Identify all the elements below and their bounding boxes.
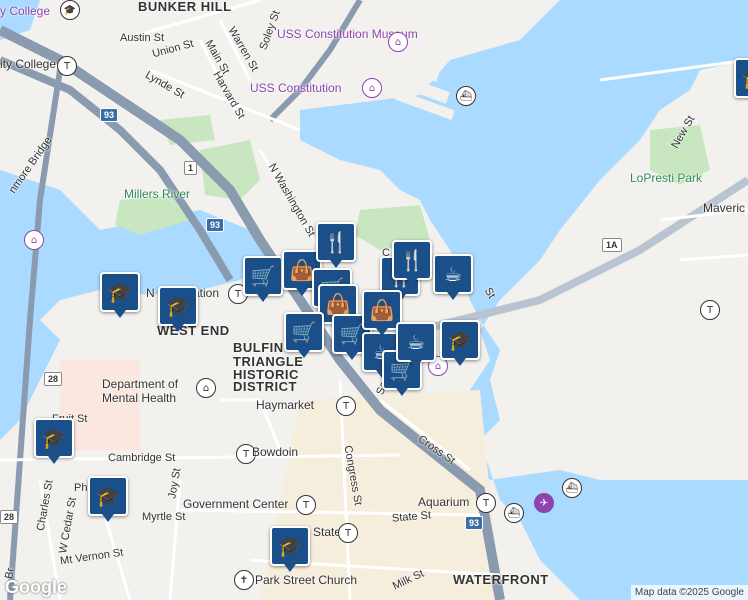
ferry-icon[interactable]: ⛴ (562, 478, 582, 498)
poi-label[interactable]: LoPresti Park (630, 172, 702, 184)
school-marker[interactable]: 🎓 (100, 272, 140, 318)
poi-label: Millers River (124, 187, 190, 201)
cafe-marker[interactable]: ☕ (433, 254, 473, 300)
graduation-cap-icon: 🎓 (277, 534, 303, 558)
graduation-cap-icon: 🎓 (165, 294, 191, 318)
poi-label[interactable]: y College (0, 5, 50, 17)
graduation-cap-icon: 🎓 (41, 426, 67, 450)
shopping-cart-icon: 🛒 (291, 320, 317, 344)
graduation-cap-icon: 🎓 (95, 484, 121, 508)
shopping-bag-icon: 👜 (289, 258, 315, 282)
poi-label[interactable]: Haymarket (256, 399, 314, 411)
route-shield: 93 (100, 108, 119, 122)
graduation-cap-icon: 🎓 (107, 280, 133, 304)
route-shield: 28 (0, 510, 19, 524)
coffee-icon: ☕ (444, 262, 462, 286)
restaurant-icon: 🍴 (323, 230, 349, 254)
school-marker[interactable]: 🎓 (440, 320, 480, 366)
coffee-icon: ☕ (407, 330, 425, 354)
poi-label[interactable]: State (313, 526, 341, 538)
neighborhood-label: BUNKER HILL (138, 0, 232, 14)
route-shield: 1A (602, 238, 622, 252)
cafe-marker[interactable]: ☕ (396, 322, 436, 368)
church-icon[interactable]: ✝ (234, 570, 254, 590)
grocery-marker[interactable]: 🛒 (284, 312, 324, 358)
restaurant-icon: 🍴 (399, 248, 425, 272)
street-label: Ph (74, 482, 88, 494)
google-logo: Google (5, 577, 67, 597)
ferry-icon[interactable]: ⛴ (504, 503, 524, 523)
museum-icon[interactable]: ⌂ (388, 32, 408, 52)
ferry-icon[interactable]: ⛴ (456, 86, 476, 106)
route-shield: 28 (44, 372, 63, 386)
poi-label[interactable]: Department of (102, 378, 178, 390)
poi-label[interactable]: N (146, 287, 155, 299)
street-label: Cambridge St (108, 452, 176, 464)
poi-label[interactable]: USS Constitution (250, 82, 341, 94)
restaurant-marker[interactable]: 🍴 (316, 222, 356, 268)
neighborhood-label: WATERFRONT (453, 572, 549, 587)
grocery-marker[interactable]: 🛒 (243, 256, 283, 302)
poi-label[interactable]: ity College (0, 58, 56, 70)
poi-label[interactable]: Maveric (703, 202, 745, 214)
poi-label[interactable]: Mental Health (102, 392, 176, 404)
shopping-bag-icon: 👜 (325, 292, 351, 316)
school-marker[interactable]: 🎓 (88, 476, 128, 522)
transit-icon[interactable]: T (338, 523, 358, 543)
poi-label[interactable]: Aquarium (418, 496, 469, 508)
shopping-cart-icon: 🛒 (250, 264, 276, 288)
shopping-cart-icon: 🛒 (339, 322, 365, 346)
shopping-bag-icon: 👜 (369, 298, 395, 322)
building-icon[interactable]: ⌂ (196, 378, 216, 398)
school-marker[interactable]: 🎓 (158, 286, 198, 332)
poi-label[interactable]: Bowdoin (252, 446, 298, 458)
route-shield: 93 (206, 218, 225, 232)
transit-icon[interactable]: T (700, 300, 720, 320)
poi-label[interactable]: Park Street Church (255, 574, 357, 586)
route-shield: 1 (184, 161, 198, 175)
museum-icon[interactable]: ⌂ (362, 78, 382, 98)
graduation-cap-icon: 🎓 (447, 328, 473, 352)
school-icon[interactable]: 🎓 (60, 0, 80, 20)
museum-icon[interactable]: ⌂ (24, 230, 44, 250)
map-canvas[interactable]: BUNKER HILL WEST END BULFINCH TRIANGLE H… (0, 0, 748, 600)
transit-icon[interactable]: T (57, 56, 77, 76)
street-label: Austin St (120, 32, 165, 44)
transit-icon[interactable]: T (296, 495, 316, 515)
street-label: Myrtle St (142, 511, 186, 523)
neighborhood-label: DISTRICT (233, 379, 297, 394)
school-marker[interactable]: 🎓 (734, 58, 748, 98)
restaurant-marker[interactable]: 🍴 (392, 240, 432, 286)
school-marker[interactable]: 🎓 (270, 526, 310, 572)
map-attribution[interactable]: Map data ©2025 Google (630, 585, 748, 600)
route-shield: 93 (465, 516, 484, 530)
school-marker[interactable]: 🎓 (34, 418, 74, 464)
attraction-icon[interactable]: ✈ (534, 493, 554, 513)
transit-icon[interactable]: T (336, 396, 356, 416)
transit-icon[interactable]: T (476, 493, 496, 513)
poi-label[interactable]: Government Center (183, 498, 288, 510)
graduation-cap-icon: 🎓 (742, 68, 748, 88)
